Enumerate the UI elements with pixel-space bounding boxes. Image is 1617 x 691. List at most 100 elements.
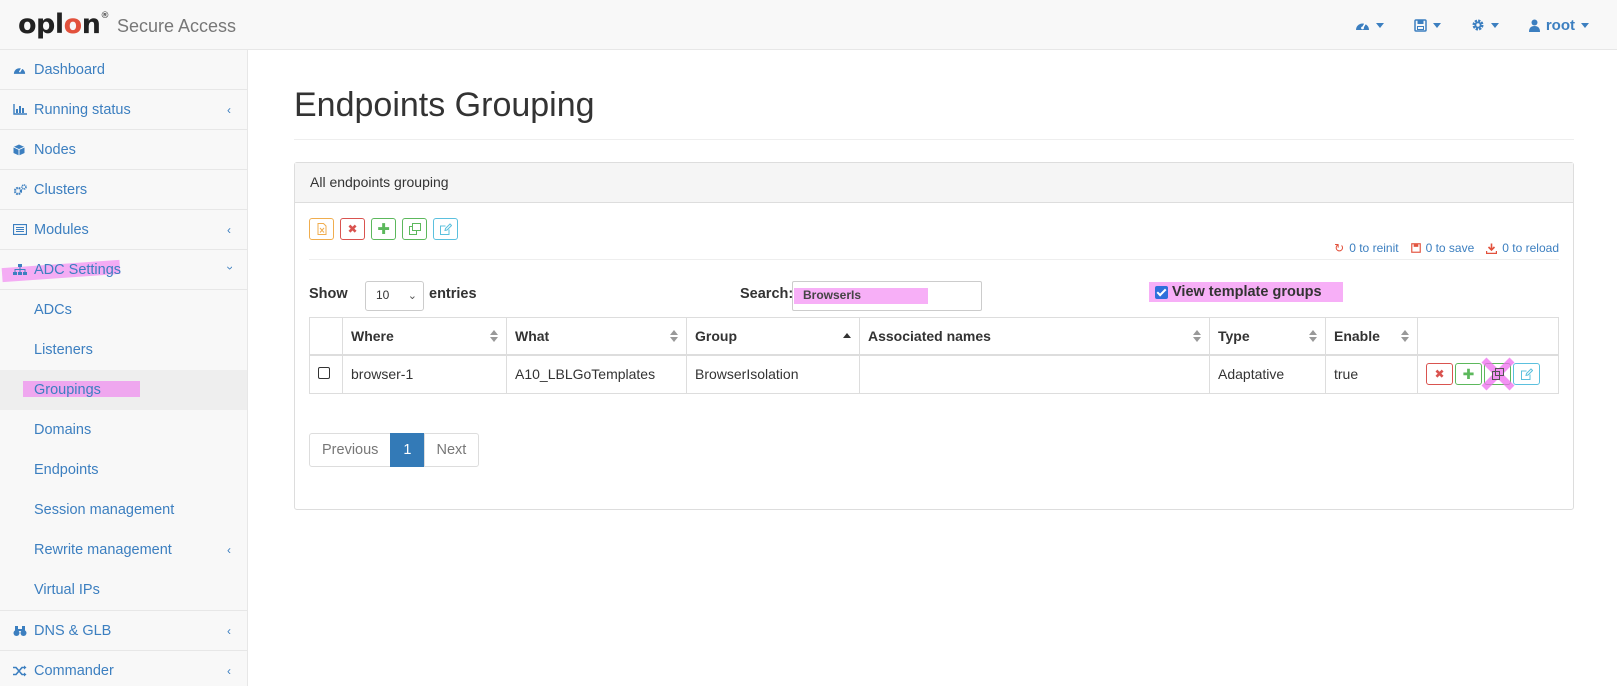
chevron-down-icon bbox=[1490, 22, 1499, 28]
export-button[interactable] bbox=[309, 218, 334, 240]
sidebar-subitem-rewrite-management[interactable]: Rewrite management ‹ bbox=[0, 530, 247, 570]
reload-status[interactable]: 0 to reload bbox=[1486, 241, 1559, 255]
sidebar-item-label: Commander bbox=[34, 663, 114, 679]
chevron-down-icon bbox=[1581, 22, 1589, 28]
user-icon bbox=[1528, 19, 1540, 32]
sidebar-item-nodes[interactable]: Nodes bbox=[0, 130, 247, 170]
sort-icon bbox=[1309, 330, 1317, 342]
save-menu[interactable] bbox=[1414, 18, 1441, 32]
sidebar-item-running-status[interactable]: Running status ‹ bbox=[0, 90, 247, 130]
sidebar-item-dashboard[interactable]: Dashboard bbox=[0, 50, 247, 90]
refresh-icon: ↻ bbox=[1334, 241, 1345, 255]
status-bar: ↻ 0 to reinit 0 to save 0 to reload bbox=[1322, 241, 1559, 255]
save-status[interactable]: 0 to save bbox=[1410, 241, 1474, 255]
sort-icon bbox=[670, 330, 678, 342]
actions-column-header bbox=[1417, 317, 1559, 356]
pagination-page-1[interactable]: 1 bbox=[390, 433, 425, 467]
cogs-icon bbox=[13, 183, 29, 196]
dashboard-icon bbox=[13, 64, 29, 75]
row-select-cell bbox=[309, 354, 343, 394]
sidebar-subitem-virtual-ips[interactable]: Virtual IPs bbox=[0, 570, 247, 610]
column-header-type[interactable]: Type bbox=[1209, 317, 1326, 356]
sidebar-subitem-endpoints[interactable]: Endpoints bbox=[0, 450, 247, 490]
table-header-row: Where What Group Associated names Type E… bbox=[309, 317, 1559, 356]
sidebar-item-clusters[interactable]: Clusters bbox=[0, 170, 247, 210]
settings-menu[interactable] bbox=[1471, 18, 1499, 32]
close-icon: ✖ bbox=[347, 222, 358, 236]
adc-settings-submenu: ADCs Listeners Groupings Domains Endpoin… bbox=[0, 290, 247, 611]
cell-group: BrowserIsolation bbox=[686, 354, 860, 394]
chevron-left-icon: ‹ bbox=[227, 664, 231, 678]
sidebar-item-dns-glb[interactable]: DNS & GLB ‹ bbox=[0, 611, 247, 651]
endpoints-grouping-panel: All endpoints grouping ✖ ✚ ↻ 0 to reinit … bbox=[294, 162, 1574, 510]
sidebar-subitem-session-management[interactable]: Session management bbox=[0, 490, 247, 530]
sidebar-subitem-label: Groupings bbox=[34, 382, 101, 398]
top-navbar: oplon® Secure Access root bbox=[0, 0, 1617, 50]
search-input[interactable]: BrowserIs bbox=[792, 281, 982, 311]
row-checkbox[interactable] bbox=[318, 367, 330, 380]
close-icon: ✖ bbox=[1434, 367, 1445, 382]
download-icon bbox=[1486, 243, 1498, 254]
edit-button[interactable] bbox=[433, 218, 458, 240]
pagination-previous[interactable]: Previous bbox=[309, 433, 392, 467]
brand-logo[interactable]: oplon® bbox=[18, 9, 109, 40]
sidebar-item-commander[interactable]: Commander ‹ bbox=[0, 651, 247, 691]
show-label: Show bbox=[309, 286, 348, 302]
shuffle-icon bbox=[13, 665, 29, 677]
toolbar-divider bbox=[309, 259, 1559, 260]
dashboard-menu[interactable] bbox=[1355, 19, 1384, 31]
plus-icon: ✚ bbox=[1462, 365, 1475, 382]
bar-chart-icon bbox=[13, 104, 29, 115]
cell-where: browser-1 bbox=[342, 354, 507, 394]
sidebar-subitem-label: Rewrite management bbox=[34, 542, 172, 558]
panel-title: All endpoints grouping bbox=[295, 163, 1573, 203]
view-template-groups-checkbox[interactable] bbox=[1155, 285, 1168, 299]
brand-subtitle: Secure Access bbox=[117, 16, 237, 36]
column-header-what[interactable]: What bbox=[506, 317, 687, 356]
view-template-groups-toggle[interactable]: View template groups bbox=[1149, 282, 1343, 302]
sort-icon bbox=[1193, 330, 1201, 342]
chevron-left-icon: ‹ bbox=[227, 103, 231, 117]
row-duplicate-button[interactable] bbox=[1481, 357, 1515, 391]
chevron-down-icon bbox=[1375, 22, 1384, 28]
export-file-icon bbox=[317, 223, 326, 235]
sidebar-subitem-listeners[interactable]: Listeners bbox=[0, 330, 247, 370]
navbar-right: root bbox=[1325, 0, 1589, 50]
column-header-where[interactable]: Where bbox=[342, 317, 507, 356]
sidebar-subitem-domains[interactable]: Domains bbox=[0, 410, 247, 450]
chevron-down-icon: ⌄ bbox=[407, 290, 417, 302]
gear-icon bbox=[1472, 19, 1484, 31]
view-template-groups-label: View template groups bbox=[1172, 284, 1322, 300]
reinit-status[interactable]: ↻ 0 to reinit bbox=[1334, 241, 1398, 255]
duplicate-button[interactable] bbox=[402, 218, 427, 240]
save-icon bbox=[1414, 18, 1427, 32]
row-add-button[interactable]: ✚ bbox=[1455, 363, 1482, 386]
sort-ascending-icon bbox=[843, 330, 851, 342]
chevron-down-icon: ‹ bbox=[222, 266, 236, 270]
cell-associated-names bbox=[859, 354, 1210, 394]
sidebar-item-label: Nodes bbox=[34, 141, 76, 158]
sidebar-item-modules[interactable]: Modules ‹ bbox=[0, 210, 247, 250]
sidebar-subitem-groupings[interactable]: Groupings bbox=[0, 370, 247, 410]
row-edit-button[interactable] bbox=[1513, 363, 1540, 386]
row-actions-cell: ✖ ✚ bbox=[1417, 354, 1559, 394]
sitemap-icon bbox=[13, 263, 29, 276]
chevron-left-icon: ‹ bbox=[227, 624, 231, 638]
search-input-value: BrowserIs bbox=[803, 288, 862, 302]
sidebar-item-label: ADC Settings bbox=[34, 261, 122, 278]
binoculars-icon bbox=[13, 625, 29, 637]
column-header-group[interactable]: Group bbox=[686, 317, 860, 356]
add-button[interactable]: ✚ bbox=[371, 218, 396, 240]
sidebar-item-label: Modules bbox=[34, 221, 89, 238]
pagination: Previous 1 Next bbox=[309, 433, 480, 467]
copy-icon bbox=[1491, 368, 1504, 381]
entries-select[interactable]: 10 ⌄ bbox=[365, 281, 424, 311]
row-delete-button[interactable]: ✖ bbox=[1426, 363, 1453, 386]
pagination-next[interactable]: Next bbox=[423, 433, 480, 467]
column-header-associated-names[interactable]: Associated names bbox=[859, 317, 1210, 356]
user-menu[interactable]: root bbox=[1528, 17, 1589, 34]
delete-button[interactable]: ✖ bbox=[340, 218, 365, 240]
sidebar-item-adc-settings[interactable]: ADC Settings ‹ bbox=[0, 250, 247, 290]
column-header-enable[interactable]: Enable bbox=[1325, 317, 1418, 356]
sidebar-subitem-adcs[interactable]: ADCs bbox=[0, 290, 247, 330]
